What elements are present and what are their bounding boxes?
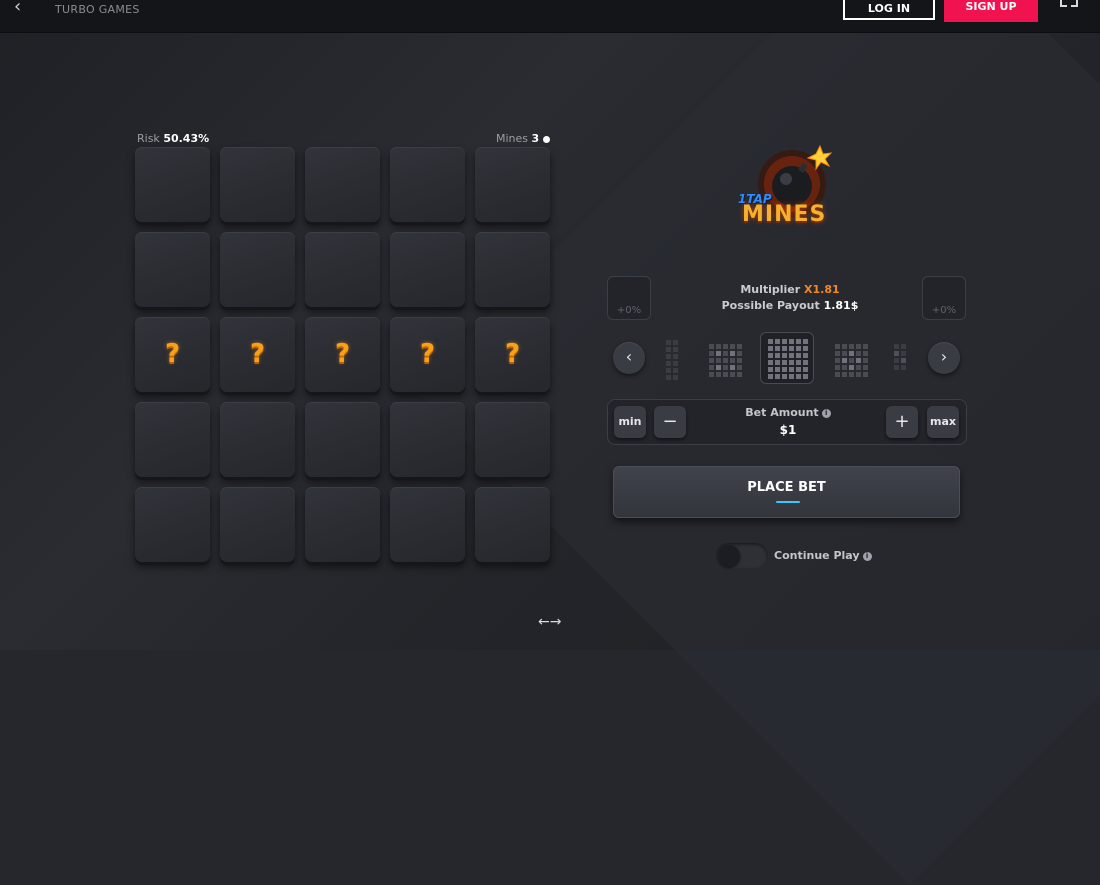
left-bonus-box: +0% bbox=[607, 276, 651, 320]
bet-amount-label-wrap: Bet Amount i bbox=[738, 406, 838, 419]
question-mark-icon: ? bbox=[249, 339, 266, 369]
mine-tile[interactable] bbox=[135, 487, 210, 562]
mine-tile[interactable] bbox=[390, 232, 465, 307]
multiplier-label: Multiplier bbox=[740, 283, 801, 296]
continue-play-toggle[interactable] bbox=[716, 543, 768, 569]
mine-tile[interactable] bbox=[390, 487, 465, 562]
back-button[interactable]: ‹ bbox=[14, 0, 34, 16]
bet-max-button[interactable]: max bbox=[927, 406, 959, 438]
pattern-option[interactable] bbox=[890, 342, 910, 372]
place-bet-button[interactable]: PLACE BET bbox=[613, 466, 960, 518]
mine-tile[interactable]: ? bbox=[305, 317, 380, 392]
place-bet-underline bbox=[776, 501, 800, 503]
mines-indicator: Mines 3 bbox=[496, 132, 550, 145]
pattern-option[interactable] bbox=[829, 338, 873, 382]
mines-count: 3 bbox=[531, 132, 540, 145]
mine-tile[interactable]: ? bbox=[135, 317, 210, 392]
question-mark-icon: ? bbox=[419, 339, 436, 369]
mine-tile[interactable]: ? bbox=[475, 317, 550, 392]
right-bonus-percent: +0% bbox=[931, 305, 957, 316]
bet-min-button[interactable]: min bbox=[614, 406, 646, 438]
mine-tile[interactable] bbox=[220, 147, 295, 222]
mine-tile[interactable] bbox=[220, 487, 295, 562]
mine-tile[interactable] bbox=[135, 402, 210, 477]
mine-tile[interactable] bbox=[305, 402, 380, 477]
signup-button[interactable]: SIGN UP bbox=[944, 0, 1038, 22]
risk-label: Risk bbox=[137, 132, 160, 145]
multiplier-value: X1.81 bbox=[804, 283, 840, 296]
chevron-right-icon: › bbox=[940, 347, 948, 366]
mine-tile[interactable] bbox=[220, 402, 295, 477]
mine-tile[interactable]: ? bbox=[220, 317, 295, 392]
bet-amount-value[interactable]: $1 bbox=[738, 423, 838, 437]
payout-value: 1.81$ bbox=[823, 299, 859, 312]
mine-tile[interactable] bbox=[305, 232, 380, 307]
left-bonus-percent: +0% bbox=[616, 305, 642, 316]
bet-amount-label: Bet Amount bbox=[745, 406, 819, 419]
mine-tile[interactable] bbox=[220, 232, 295, 307]
mine-tile[interactable] bbox=[475, 147, 550, 222]
question-mark-icon: ? bbox=[504, 339, 521, 369]
bomb-icon bbox=[542, 136, 550, 143]
multiplier-line: Multiplier X1.81 bbox=[700, 283, 880, 296]
chevron-left-icon: ‹ bbox=[14, 0, 22, 17]
mine-tile[interactable] bbox=[475, 487, 550, 562]
mine-tile[interactable] bbox=[475, 232, 550, 307]
risk-indicator: Risk 50.43% bbox=[137, 132, 209, 145]
mine-tile[interactable] bbox=[305, 487, 380, 562]
mine-tile[interactable] bbox=[390, 402, 465, 477]
swap-arrows-icon[interactable]: ←→ bbox=[538, 614, 561, 630]
toggle-knob bbox=[718, 545, 740, 567]
mine-tile[interactable] bbox=[135, 232, 210, 307]
risk-value: 50.43% bbox=[163, 132, 210, 145]
mine-tile[interactable]: ? bbox=[390, 317, 465, 392]
pattern-option[interactable] bbox=[703, 338, 747, 382]
mine-tile[interactable] bbox=[390, 147, 465, 222]
fullscreen-button[interactable] bbox=[1060, 0, 1078, 14]
pattern-dots bbox=[894, 344, 906, 370]
pattern-option[interactable] bbox=[662, 340, 682, 380]
payout-label: Possible Payout bbox=[721, 299, 820, 312]
continue-play-label: Continue Play bbox=[774, 549, 860, 562]
swap-glyph: ←→ bbox=[538, 614, 562, 630]
logo-text-mines: MINES bbox=[742, 202, 827, 227]
bet-increase-button[interactable]: + bbox=[886, 406, 918, 438]
pattern-option[interactable] bbox=[760, 332, 814, 384]
pattern-next-button[interactable]: › bbox=[928, 342, 960, 374]
mine-tile[interactable] bbox=[135, 147, 210, 222]
fullscreen-icon bbox=[1060, 0, 1067, 7]
info-icon[interactable]: i bbox=[821, 409, 831, 418]
pattern-dots bbox=[666, 340, 678, 380]
right-bonus-box: +0% bbox=[922, 276, 966, 320]
login-button[interactable]: LOG IN bbox=[843, 0, 935, 20]
question-mark-icon: ? bbox=[334, 339, 351, 369]
pattern-dots bbox=[768, 339, 808, 379]
brand-label: TURBO GAMES bbox=[55, 3, 140, 16]
bet-decrease-button[interactable]: − bbox=[654, 406, 686, 438]
mines-label: Mines bbox=[496, 132, 529, 145]
mine-tile[interactable] bbox=[305, 147, 380, 222]
pattern-dots bbox=[709, 344, 742, 377]
top-bar: ‹ TURBO GAMES LOG IN SIGN UP bbox=[0, 0, 1100, 33]
payout-line: Possible Payout 1.81$ bbox=[700, 299, 880, 312]
question-mark-icon: ? bbox=[164, 339, 181, 369]
info-icon[interactable]: i bbox=[862, 552, 872, 561]
mines-grid: ????? bbox=[135, 147, 555, 567]
mine-tile[interactable] bbox=[475, 402, 550, 477]
game-logo: 1TAP MINES bbox=[730, 142, 840, 240]
pattern-prev-button[interactable]: ‹ bbox=[613, 342, 645, 374]
bet-amount-row: min − Bet Amount i $1 + max bbox=[607, 399, 967, 445]
fullscreen-icon-corner bbox=[1071, 0, 1078, 7]
chevron-left-icon: ‹ bbox=[625, 347, 633, 366]
continue-play-label-wrap: Continue Play i bbox=[774, 549, 872, 562]
place-bet-label: PLACE BET bbox=[747, 480, 826, 495]
pattern-dots bbox=[835, 344, 868, 377]
